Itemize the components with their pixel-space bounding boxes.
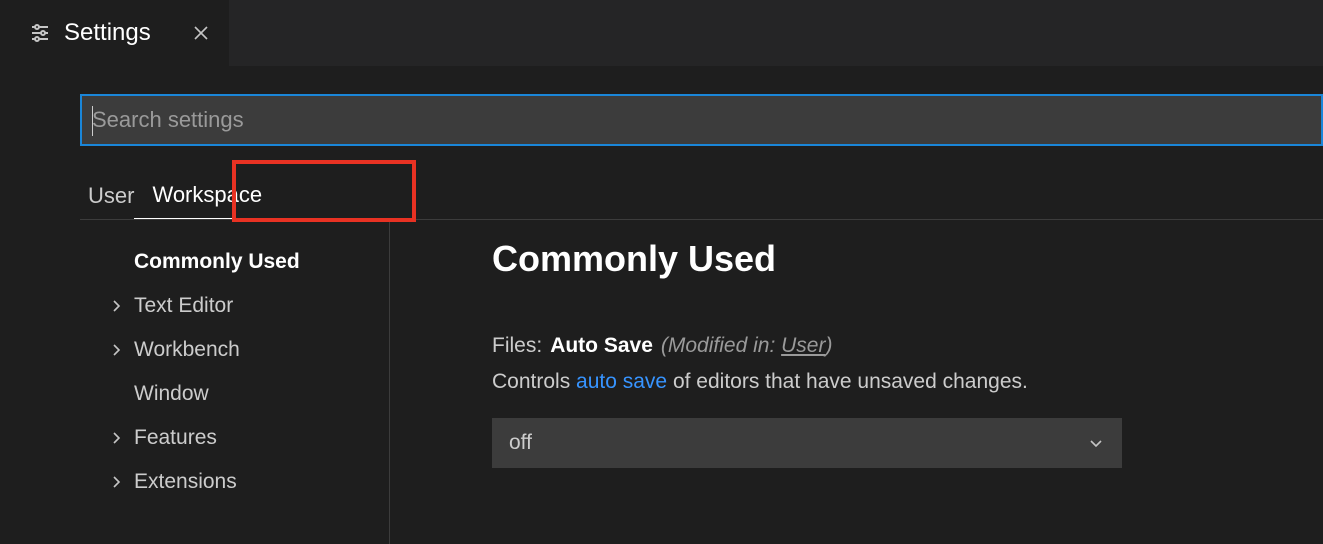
toc-item-window[interactable]: Window <box>80 372 389 416</box>
toc-item-features[interactable]: Features <box>80 416 389 460</box>
toc-item-extensions[interactable]: Extensions <box>80 460 389 504</box>
scope-tab-workspace[interactable]: Workspace <box>134 172 300 219</box>
chevron-right-icon <box>108 474 134 490</box>
setting-group: Files: <box>492 334 542 358</box>
setting-name: Auto Save <box>550 334 653 358</box>
toc-label: Features <box>134 426 217 450</box>
select-value: off <box>509 431 532 455</box>
chevron-right-icon <box>108 342 134 358</box>
toc-label: Window <box>134 382 209 406</box>
editor-tab-bar: Settings <box>0 0 1323 66</box>
toc-item-commonly-used[interactable]: Commonly Used <box>80 240 389 284</box>
toc-item-text-editor[interactable]: Text Editor <box>80 284 389 328</box>
scope-tab-user[interactable]: User <box>88 173 134 219</box>
toc-item-workbench[interactable]: Workbench <box>80 328 389 372</box>
settings-main: Commonly Used Files: Auto Save (Modified… <box>390 220 1323 544</box>
toc-label: Commonly Used <box>134 250 300 274</box>
toc-label: Extensions <box>134 470 237 494</box>
tab-title: Settings <box>64 19 151 47</box>
auto-save-select[interactable]: off <box>492 418 1122 468</box>
setting-title-row: Files: Auto Save (Modified in: User) <box>492 334 1323 358</box>
chevron-right-icon <box>108 298 134 314</box>
search-input[interactable] <box>92 96 1311 144</box>
section-heading: Commonly Used <box>492 238 1323 280</box>
settings-toc: Commonly Used Text Editor Workbench Wind… <box>80 220 390 544</box>
auto-save-link[interactable]: auto save <box>576 370 667 393</box>
settings-body: Commonly Used Text Editor Workbench Wind… <box>80 220 1323 544</box>
text-cursor <box>92 106 93 136</box>
settings-icon <box>28 21 52 45</box>
scope-tabs: User Workspace <box>80 168 1323 220</box>
search-settings-box[interactable] <box>80 94 1323 146</box>
chevron-right-icon <box>108 430 134 446</box>
close-icon[interactable] <box>191 23 211 43</box>
setting-modified: (Modified in: User) <box>661 334 833 358</box>
setting-description: Controls auto save of editors that have … <box>492 370 1323 394</box>
chevron-down-icon <box>1087 434 1105 452</box>
modified-scope-link[interactable]: User <box>781 334 825 357</box>
settings-tab[interactable]: Settings <box>0 0 229 66</box>
toc-label: Workbench <box>134 338 240 362</box>
toc-label: Text Editor <box>134 294 233 318</box>
settings-content: User Workspace Commonly Used Text Editor… <box>0 66 1323 544</box>
